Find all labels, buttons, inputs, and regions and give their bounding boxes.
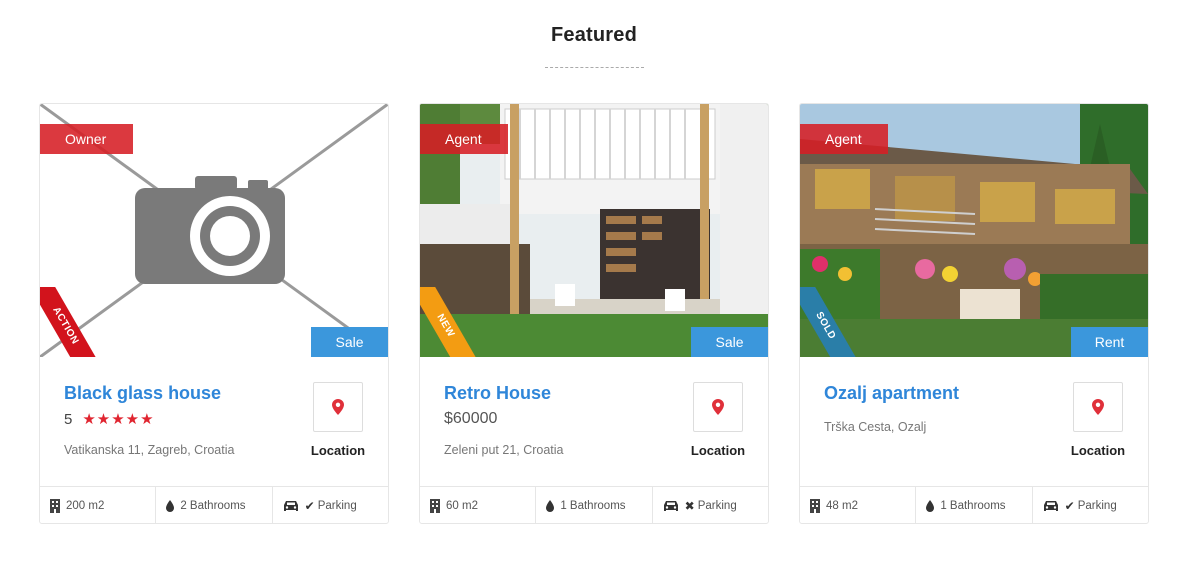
location-button[interactable] — [313, 382, 363, 432]
listing-image[interactable]: Agent NEW Sale — [420, 104, 768, 357]
title-divider — [545, 67, 644, 68]
building-icon — [810, 498, 820, 513]
water-drop-icon — [546, 499, 555, 512]
status-ribbon: ACTION — [40, 287, 100, 357]
area-value: 200 m2 — [66, 499, 105, 512]
map-pin-icon — [712, 399, 724, 415]
section-title: Featured — [550, 24, 638, 46]
listing-price: $60000 — [444, 410, 498, 427]
parking-feature: ✔ Parking — [273, 487, 388, 523]
role-badge: Owner — [40, 124, 133, 154]
parking-value: Parking — [317, 499, 357, 512]
parking-status-icon: ✔ — [304, 498, 315, 513]
area-feature: 48 m2 — [800, 487, 917, 523]
deal-type-badge: Rent — [1071, 327, 1148, 357]
location-button[interactable] — [693, 382, 743, 432]
listing-card[interactable]: Agent SOLD Rent Ozalj apartment Trška Ce… — [799, 103, 1149, 524]
listing-card[interactable]: Owner ACTION Sale Black glass house 5 ★★… — [39, 103, 389, 524]
listing-address: Zeleni put 21, Croatia — [444, 443, 564, 457]
area-value: 60 m2 — [446, 499, 478, 512]
status-ribbon: SOLD — [800, 287, 860, 357]
water-drop-icon — [166, 499, 175, 512]
features-bar: 48 m2 1 Bathrooms ✔ Parking — [800, 486, 1148, 523]
building-icon — [50, 498, 60, 513]
parking-feature: ✖ Parking — [653, 487, 768, 523]
listing-image[interactable]: Owner ACTION Sale — [40, 104, 388, 357]
area-feature: 200 m2 — [40, 487, 157, 523]
area-value: 48 m2 — [826, 499, 858, 512]
parking-value: Parking — [697, 499, 737, 512]
parking-feature: ✔ Parking — [1033, 487, 1148, 523]
bathrooms-feature: 1 Bathrooms — [916, 487, 1033, 523]
bathrooms-feature: 1 Bathrooms — [536, 487, 653, 523]
map-pin-icon — [1092, 399, 1104, 415]
listing-image[interactable]: Agent SOLD Rent — [800, 104, 1148, 357]
deal-type-badge: Sale — [691, 327, 768, 357]
parking-status-icon: ✖ — [684, 498, 695, 513]
location-button[interactable] — [1073, 382, 1123, 432]
features-bar: 60 m2 1 Bathrooms ✖ Parking — [420, 486, 768, 523]
water-drop-icon — [926, 499, 935, 512]
listing-card[interactable]: Agent NEW Sale Retro House $60000 Zeleni… — [419, 103, 769, 524]
listing-title[interactable]: Black glass house — [64, 383, 221, 404]
status-ribbon: NEW — [420, 287, 480, 357]
features-bar: 200 m2 2 Bathrooms ✔ Parking — [40, 486, 388, 523]
location-label[interactable]: Location — [298, 443, 378, 458]
car-icon — [1043, 500, 1059, 512]
bathrooms-feature: 2 Bathrooms — [156, 487, 273, 523]
bathrooms-value: 1 Bathrooms — [940, 499, 1006, 512]
role-badge: Agent — [800, 124, 888, 154]
deal-type-badge: Sale — [311, 327, 388, 357]
area-feature: 60 m2 — [420, 487, 537, 523]
map-pin-icon — [332, 399, 344, 415]
listing-title[interactable]: Retro House — [444, 383, 551, 404]
role-badge: Agent — [420, 124, 508, 154]
rating: 5 ★★★★★ — [64, 410, 155, 429]
listing-address: Trška Cesta, Ozalj — [824, 420, 927, 434]
star-icons: ★★★★★ — [82, 411, 155, 428]
car-icon — [663, 500, 679, 512]
listing-title[interactable]: Ozalj apartment — [824, 383, 959, 404]
parking-value: Parking — [1077, 499, 1117, 512]
car-icon — [283, 500, 299, 512]
rating-value: 5 — [64, 410, 73, 428]
building-icon — [430, 498, 440, 513]
parking-status-icon: ✔ — [1064, 498, 1075, 513]
location-label[interactable]: Location — [678, 443, 758, 458]
location-label[interactable]: Location — [1058, 443, 1138, 458]
listing-address: Vatikanska 11, Zagreb, Croatia — [64, 443, 235, 457]
bathrooms-value: 2 Bathrooms — [180, 499, 246, 512]
bathrooms-value: 1 Bathrooms — [560, 499, 626, 512]
